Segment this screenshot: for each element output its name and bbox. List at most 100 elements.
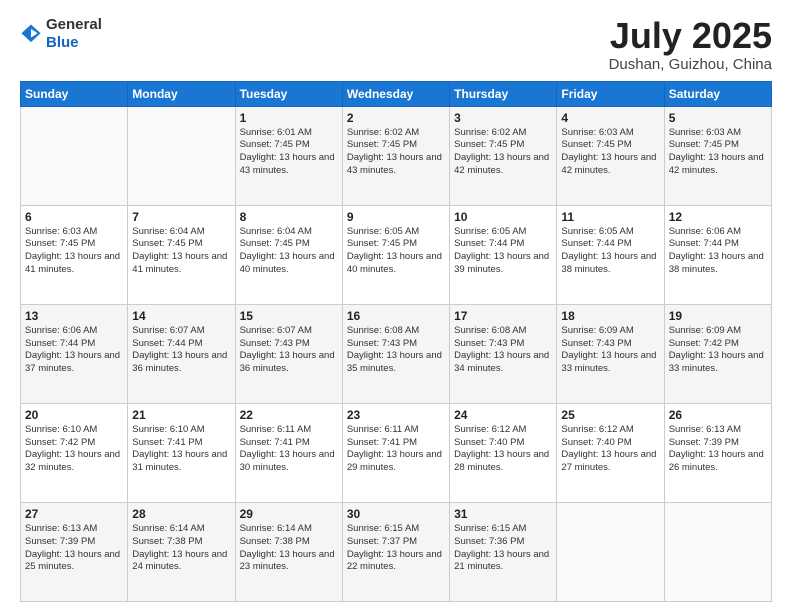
calendar-week-4: 20 Sunrise: 6:10 AM Sunset: 7:42 PM Dayli… [21,403,772,502]
day-number: 12 [669,210,767,224]
day-info: Sunrise: 6:14 AM Sunset: 7:38 PM Dayligh… [240,523,338,574]
day-info: Sunrise: 6:05 AM Sunset: 7:44 PM Dayligh… [561,226,659,277]
day-info: Sunrise: 6:08 AM Sunset: 7:43 PM Dayligh… [454,325,552,376]
day-info: Sunrise: 6:12 AM Sunset: 7:40 PM Dayligh… [454,424,552,475]
day-info: Sunrise: 6:15 AM Sunset: 7:36 PM Dayligh… [454,523,552,574]
day-number: 16 [347,309,445,323]
day-info: Sunrise: 6:10 AM Sunset: 7:41 PM Dayligh… [132,424,230,475]
day-number: 4 [561,111,659,125]
calendar-header-row: Sunday Monday Tuesday Wednesday Thursday… [21,81,772,106]
calendar-cell: 12Sunrise: 6:06 AM Sunset: 7:44 PM Dayli… [664,205,771,304]
day-info: Sunrise: 6:02 AM Sunset: 7:45 PM Dayligh… [347,127,445,178]
calendar-cell: 16Sunrise: 6:08 AM Sunset: 7:43 PM Dayli… [342,304,449,403]
col-tuesday: Tuesday [235,81,342,106]
month-title: July 2025 [609,16,772,56]
day-number: 19 [669,309,767,323]
col-thursday: Thursday [450,81,557,106]
day-info: Sunrise: 6:11 AM Sunset: 7:41 PM Dayligh… [347,424,445,475]
calendar-cell: 13Sunrise: 6:06 AM Sunset: 7:44 PM Dayli… [21,304,128,403]
calendar-cell: 6Sunrise: 6:03 AM Sunset: 7:45 PM Daylig… [21,205,128,304]
calendar-cell [557,502,664,601]
day-info: Sunrise: 6:03 AM Sunset: 7:45 PM Dayligh… [669,127,767,178]
col-sunday: Sunday [21,81,128,106]
day-info: Sunrise: 6:07 AM Sunset: 7:43 PM Dayligh… [240,325,338,376]
calendar-cell: 26 Sunrise: 6:13 AM Sunset: 7:39 PM Dayli… [664,403,771,502]
day-number: 22 [240,408,338,422]
calendar-cell: 23 Sunrise: 6:11 AM Sunset: 7:41 PM Dayli… [342,403,449,502]
calendar-cell: 27 Sunrise: 6:13 AM Sunset: 7:39 PM Dayli… [21,502,128,601]
calendar-cell: 30 Sunrise: 6:15 AM Sunset: 7:37 PM Dayli… [342,502,449,601]
day-number: 11 [561,210,659,224]
calendar-cell: 17 Sunrise: 6:08 AM Sunset: 7:43 PM Dayli… [450,304,557,403]
day-number: 26 [669,408,767,422]
day-number: 29 [240,507,338,521]
calendar-cell [664,502,771,601]
calendar-week-3: 13Sunrise: 6:06 AM Sunset: 7:44 PM Dayli… [21,304,772,403]
logo-blue: Blue [46,34,102,52]
calendar-cell: 4 Sunrise: 6:03 AM Sunset: 7:45 PM Daylig… [557,106,664,205]
logo-icon [20,23,42,45]
day-info: Sunrise: 6:04 AM Sunset: 7:45 PM Dayligh… [240,226,338,277]
logo-general: General [46,16,102,34]
page: General Blue July 2025 Dushan, Guizhou, … [0,0,792,612]
calendar-cell [21,106,128,205]
day-number: 5 [669,111,767,125]
day-number: 20 [25,408,123,422]
day-info: Sunrise: 6:01 AM Sunset: 7:45 PM Dayligh… [240,127,338,178]
col-saturday: Saturday [664,81,771,106]
calendar-cell: 25Sunrise: 6:12 AM Sunset: 7:40 PM Dayli… [557,403,664,502]
day-number: 15 [240,309,338,323]
calendar-cell: 1 Sunrise: 6:01 AM Sunset: 7:45 PM Daylig… [235,106,342,205]
day-number: 17 [454,309,552,323]
day-number: 23 [347,408,445,422]
day-info: Sunrise: 6:14 AM Sunset: 7:38 PM Dayligh… [132,523,230,574]
day-info: Sunrise: 6:05 AM Sunset: 7:45 PM Dayligh… [347,226,445,277]
day-number: 9 [347,210,445,224]
day-number: 14 [132,309,230,323]
day-info: Sunrise: 6:03 AM Sunset: 7:45 PM Dayligh… [25,226,123,277]
calendar-cell: 21 Sunrise: 6:10 AM Sunset: 7:41 PM Dayli… [128,403,235,502]
day-info: Sunrise: 6:13 AM Sunset: 7:39 PM Dayligh… [669,424,767,475]
day-info: Sunrise: 6:11 AM Sunset: 7:41 PM Dayligh… [240,424,338,475]
day-info: Sunrise: 6:09 AM Sunset: 7:43 PM Dayligh… [561,325,659,376]
day-info: Sunrise: 6:04 AM Sunset: 7:45 PM Dayligh… [132,226,230,277]
calendar-cell: 29 Sunrise: 6:14 AM Sunset: 7:38 PM Dayli… [235,502,342,601]
day-number: 8 [240,210,338,224]
day-number: 2 [347,111,445,125]
calendar: Sunday Monday Tuesday Wednesday Thursday… [20,81,772,602]
day-number: 24 [454,408,552,422]
calendar-week-2: 6Sunrise: 6:03 AM Sunset: 7:45 PM Daylig… [21,205,772,304]
logo: General Blue [20,16,102,52]
day-info: Sunrise: 6:03 AM Sunset: 7:45 PM Dayligh… [561,127,659,178]
calendar-cell: 28 Sunrise: 6:14 AM Sunset: 7:38 PM Dayli… [128,502,235,601]
col-friday: Friday [557,81,664,106]
day-number: 25 [561,408,659,422]
calendar-cell: 15 Sunrise: 6:07 AM Sunset: 7:43 PM Dayli… [235,304,342,403]
day-info: Sunrise: 6:13 AM Sunset: 7:39 PM Dayligh… [25,523,123,574]
day-info: Sunrise: 6:10 AM Sunset: 7:42 PM Dayligh… [25,424,123,475]
day-number: 27 [25,507,123,521]
calendar-cell: 11 Sunrise: 6:05 AM Sunset: 7:44 PM Dayli… [557,205,664,304]
calendar-cell: 31 Sunrise: 6:15 AM Sunset: 7:36 PM Dayli… [450,502,557,601]
title-block: July 2025 Dushan, Guizhou, China [609,16,772,73]
day-number: 28 [132,507,230,521]
calendar-cell: 5 Sunrise: 6:03 AM Sunset: 7:45 PM Daylig… [664,106,771,205]
calendar-cell: 9 Sunrise: 6:05 AM Sunset: 7:45 PM Daylig… [342,205,449,304]
day-number: 31 [454,507,552,521]
day-number: 30 [347,507,445,521]
day-info: Sunrise: 6:15 AM Sunset: 7:37 PM Dayligh… [347,523,445,574]
day-info: Sunrise: 6:02 AM Sunset: 7:45 PM Dayligh… [454,127,552,178]
day-number: 3 [454,111,552,125]
calendar-cell [128,106,235,205]
calendar-cell: 7Sunrise: 6:04 AM Sunset: 7:45 PM Daylig… [128,205,235,304]
calendar-cell: 2 Sunrise: 6:02 AM Sunset: 7:45 PM Daylig… [342,106,449,205]
calendar-cell: 22 Sunrise: 6:11 AM Sunset: 7:41 PM Dayli… [235,403,342,502]
day-info: Sunrise: 6:09 AM Sunset: 7:42 PM Dayligh… [669,325,767,376]
logo-text: General Blue [46,16,102,52]
day-number: 1 [240,111,338,125]
calendar-cell: 24 Sunrise: 6:12 AM Sunset: 7:40 PM Dayli… [450,403,557,502]
day-number: 21 [132,408,230,422]
location: Dushan, Guizhou, China [609,56,772,73]
header: General Blue July 2025 Dushan, Guizhou, … [20,16,772,73]
calendar-cell: 20 Sunrise: 6:10 AM Sunset: 7:42 PM Dayli… [21,403,128,502]
